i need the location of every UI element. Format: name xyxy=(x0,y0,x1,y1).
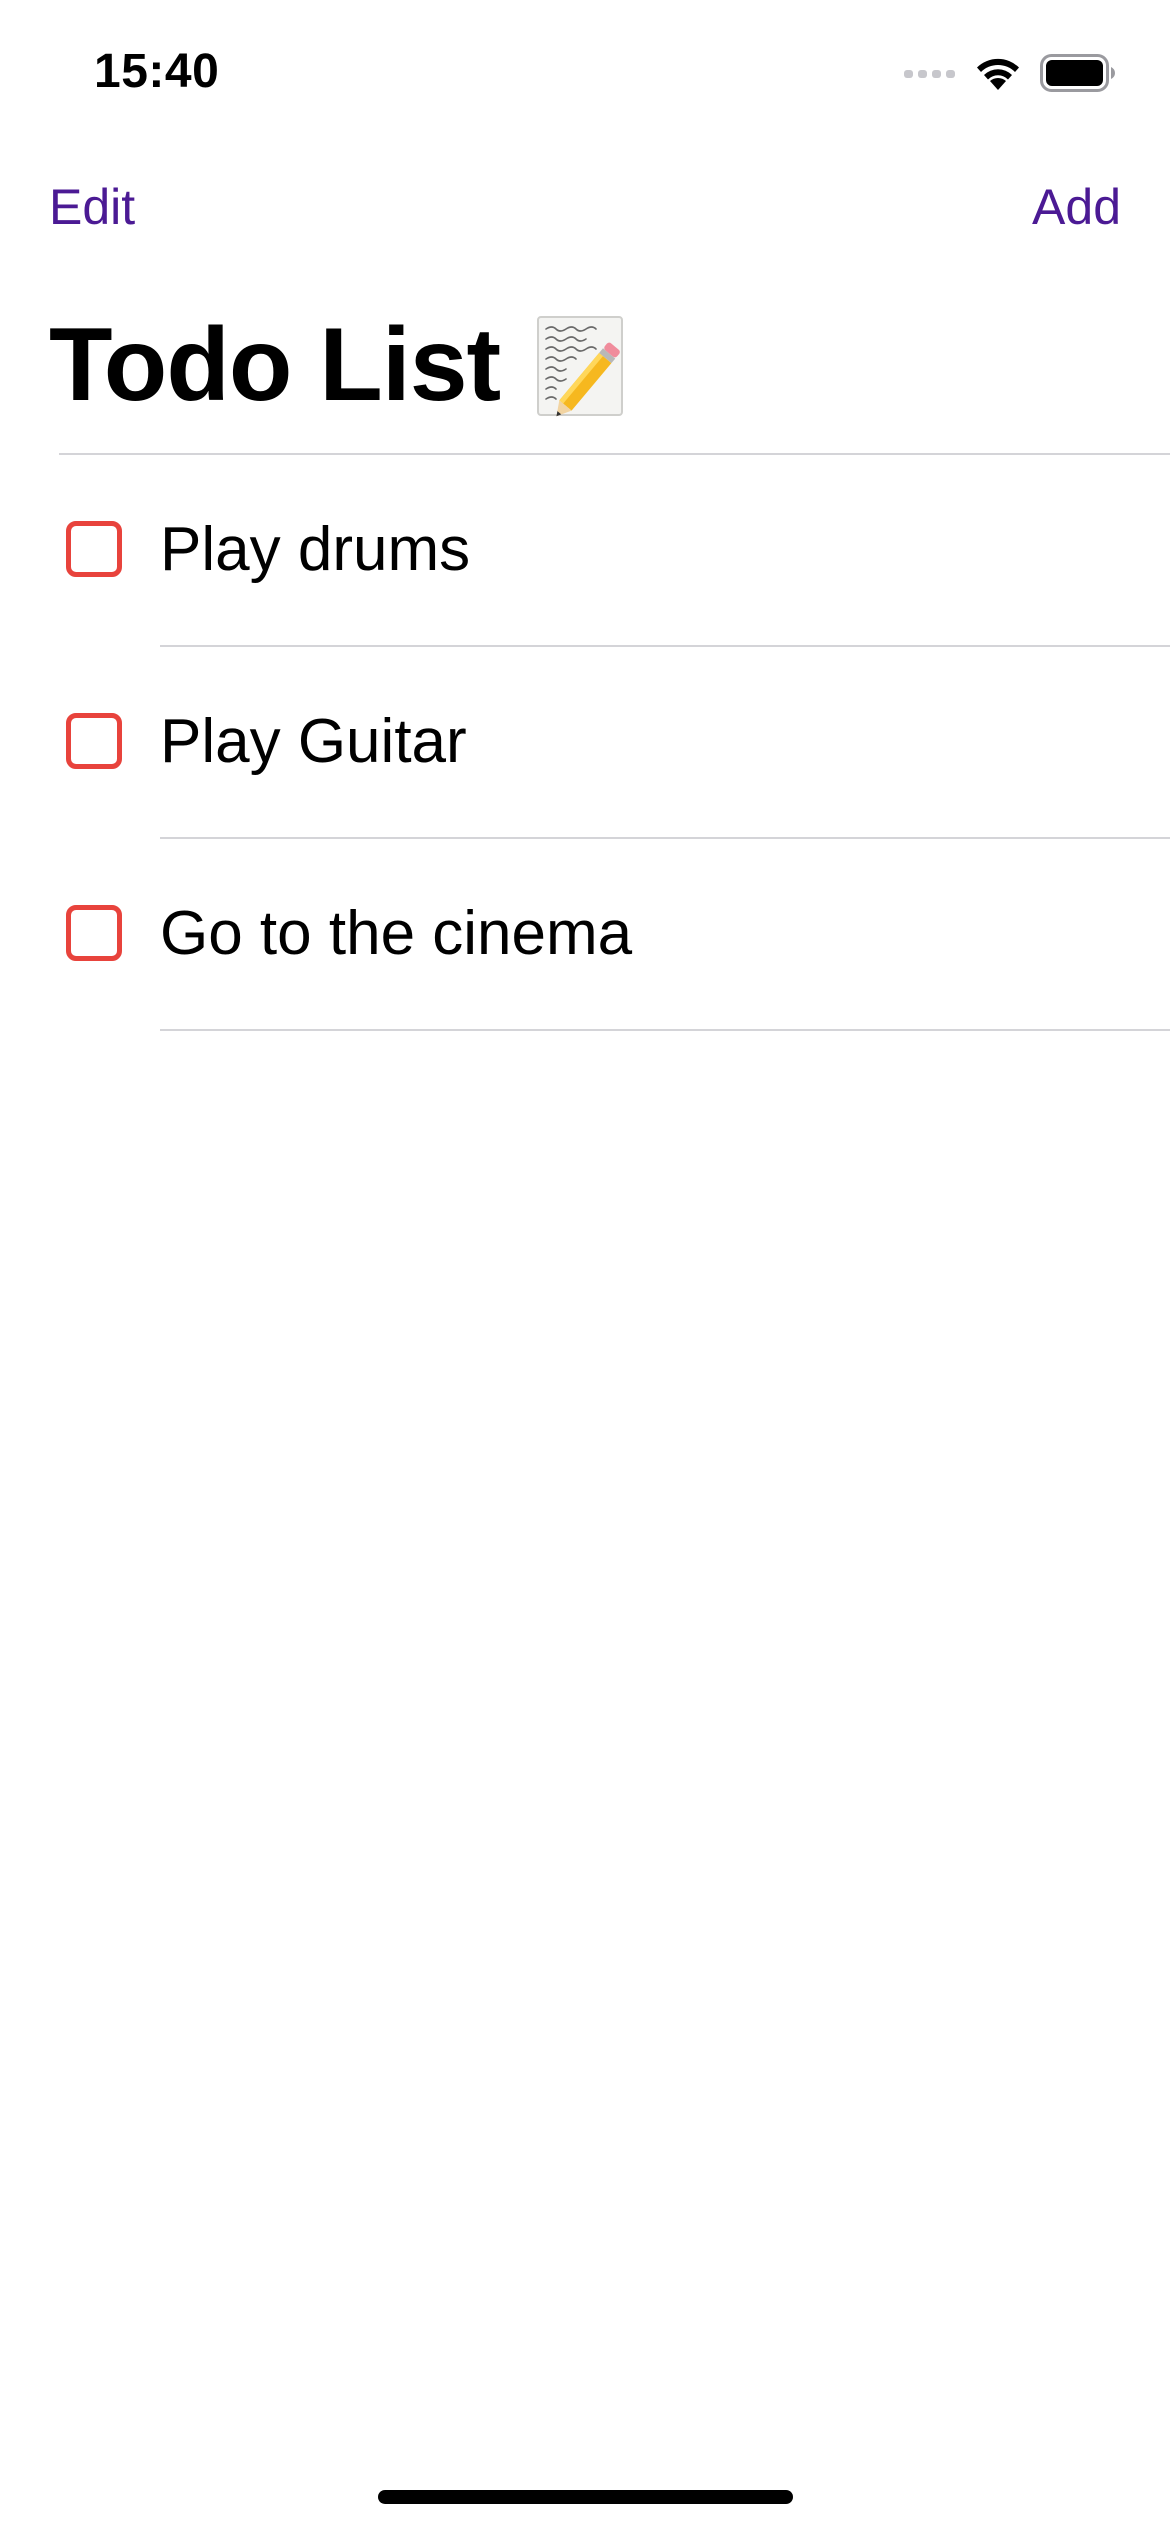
row-divider xyxy=(160,1029,1170,1031)
todo-checkbox[interactable] xyxy=(66,521,122,577)
status-icons xyxy=(904,48,1116,98)
home-indicator[interactable] xyxy=(378,2490,793,2504)
todo-row[interactable]: Play drums xyxy=(0,455,1170,647)
todo-row[interactable]: Play Guitar xyxy=(0,647,1170,839)
todo-checkbox[interactable] xyxy=(66,905,122,961)
page-title-text: Todo List xyxy=(49,307,501,423)
wifi-icon xyxy=(974,54,1022,92)
status-time: 15:40 xyxy=(94,45,220,98)
todo-list: Play drums Play Guitar Go to the cinema xyxy=(0,455,1170,1031)
edit-button[interactable]: Edit xyxy=(49,178,135,236)
todo-label: Play drums xyxy=(160,515,471,584)
todo-label: Play Guitar xyxy=(160,707,467,776)
navigation-bar: Edit Add xyxy=(0,160,1170,260)
todo-label: Go to the cinema xyxy=(160,899,633,968)
todo-row[interactable]: Go to the cinema xyxy=(0,839,1170,1031)
cellular-signal-icon xyxy=(904,66,956,80)
memo-pencil-icon xyxy=(534,315,626,417)
status-bar: 15:40 xyxy=(0,0,1170,150)
page-title: Todo List xyxy=(49,306,626,425)
battery-icon xyxy=(1040,54,1116,92)
todo-checkbox[interactable] xyxy=(66,713,122,769)
add-button[interactable]: Add xyxy=(1032,178,1121,236)
